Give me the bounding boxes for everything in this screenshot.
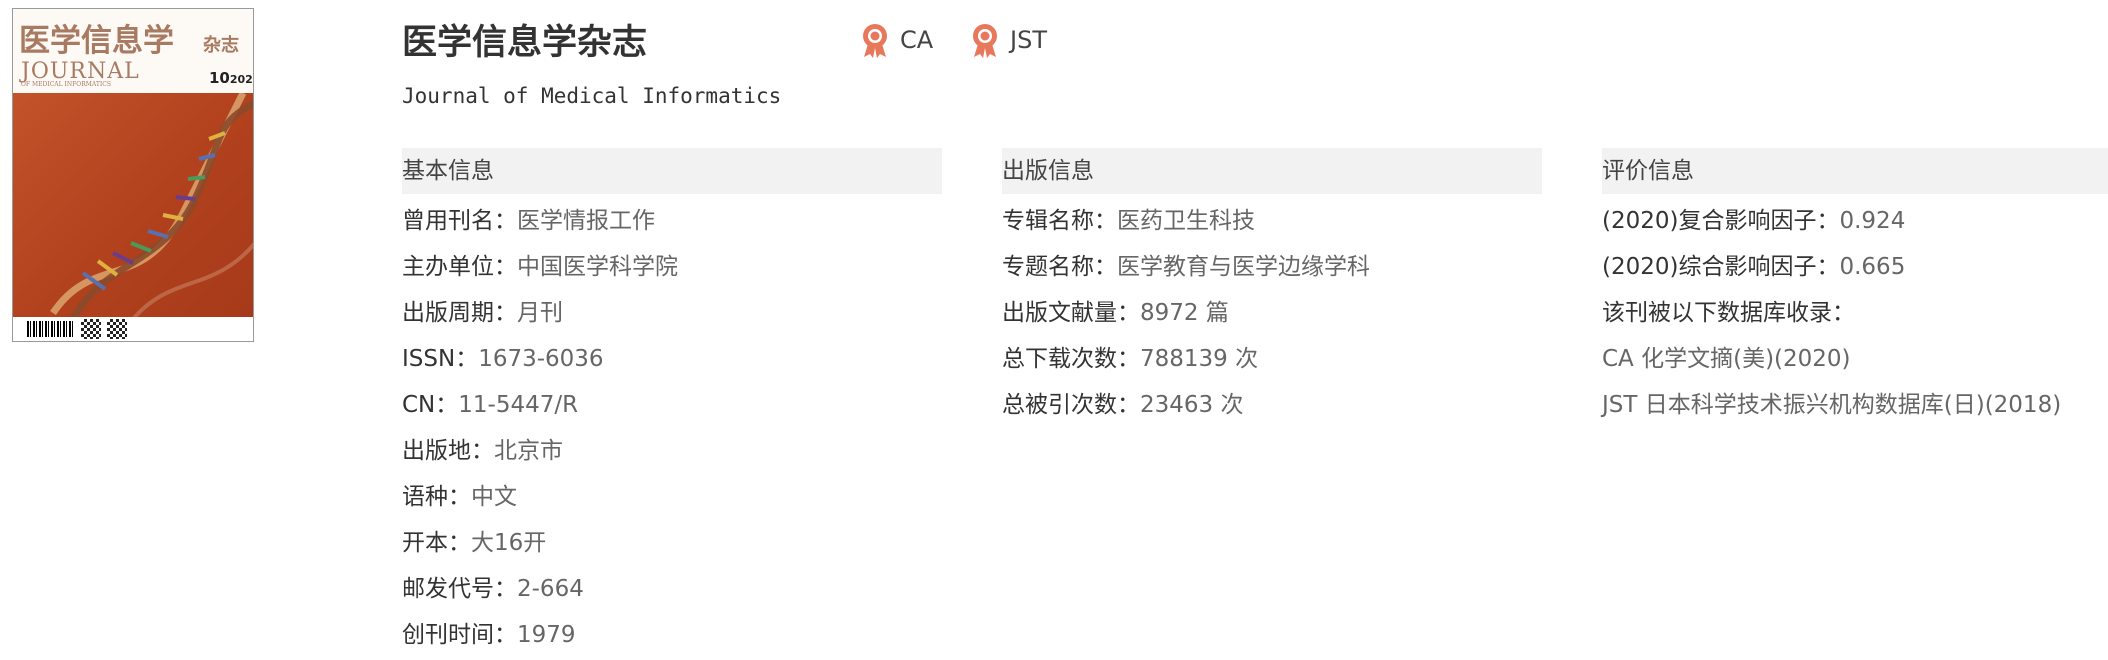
info-row-composite-impact-factor: (2020)复合影响因子：0.924 [1602, 198, 2108, 244]
journal-english-title: Journal of Medical Informatics [402, 84, 782, 108]
info-value: 0.665 [1839, 254, 1906, 280]
info-value: 788139 次 [1140, 346, 1259, 372]
info-row-language: 语种：中文 [402, 474, 942, 520]
info-row-place: 出版地：北京市 [402, 428, 942, 474]
badge-ca[interactable]: CA [858, 22, 933, 58]
info-key: ISSN： [402, 346, 479, 372]
info-row-frequency: 出版周期：月刊 [402, 290, 942, 336]
journal-title: 医学信息学杂志 [402, 23, 648, 63]
info-value: 医学情报工作 [517, 208, 655, 234]
section-heading: 出版信息 [1002, 148, 1542, 194]
info-row-citations: 总被引次数：23463 次 [1002, 382, 1542, 428]
database-link-ca[interactable]: CA 化学文摘(美)(2020) [1602, 336, 2108, 382]
info-key: 出版文献量： [1002, 300, 1140, 326]
evaluation-info-section: 评价信息 (2020)复合影响因子：0.924 (2020)综合影响因子：0.6… [1602, 148, 2108, 428]
cover-dna-artwork [13, 91, 253, 321]
publish-info-section: 出版信息 专辑名称：医药卫生科技 专题名称：医学教育与医学边缘学科 出版文献量：… [1002, 148, 1542, 428]
info-value: 8972 篇 [1140, 300, 1229, 326]
info-row-collection: 专辑名称：医药卫生科技 [1002, 198, 1542, 244]
info-value: 医药卫生科技 [1117, 208, 1255, 234]
info-value: 1673-6036 [478, 346, 604, 372]
section-heading: 基本信息 [402, 148, 942, 194]
info-value: 月刊 [517, 300, 563, 326]
cover-footer [13, 317, 253, 341]
info-key: 语种： [402, 484, 471, 510]
info-value: 0.924 [1839, 208, 1906, 234]
info-key: 开本： [402, 530, 471, 556]
info-row-issn: ISSN：1673-6036 [402, 336, 942, 382]
section-heading: 评价信息 [1602, 148, 2108, 194]
barcode-icon [27, 321, 75, 337]
qr-code-icon [81, 319, 101, 339]
badge-jst[interactable]: JST [968, 22, 1047, 58]
info-value: 2-664 [517, 576, 584, 602]
info-row-founded: 创刊时间：1979 [402, 612, 942, 658]
info-key: (2020)综合影响因子： [1602, 254, 1840, 280]
info-key: CN： [402, 392, 459, 418]
info-key: 主办单位： [402, 254, 517, 280]
info-row-downloads: 总下载次数：788139 次 [1002, 336, 1542, 382]
info-row-topic: 专题名称：医学教育与医学边缘学科 [1002, 244, 1542, 290]
info-key: 邮发代号： [402, 576, 517, 602]
cover-journal-subtitle: OF MEDICAL INFORMATICS [21, 81, 111, 88]
info-key: 曾用刊名： [402, 208, 517, 234]
badge-label: CA [900, 26, 934, 54]
info-value: 中国医学科学院 [517, 254, 678, 280]
info-value: 中文 [471, 484, 517, 510]
cover-title-suffix: 杂志 [203, 35, 239, 56]
info-value: 大16开 [471, 530, 547, 556]
info-key: 出版地： [402, 438, 494, 464]
badge-label: JST [1010, 26, 1047, 54]
dna-helix-illustration [50, 91, 253, 321]
info-key: 总下载次数： [1002, 346, 1140, 372]
info-key: (2020)复合影响因子： [1602, 208, 1840, 234]
database-link-jst[interactable]: JST 日本科学技术振兴机构数据库(日)(2018) [1602, 382, 2108, 428]
cover-issue: 102020 [209, 69, 253, 87]
info-row-postal-code: 邮发代号：2-664 [402, 566, 942, 612]
info-value: 北京市 [494, 438, 563, 464]
award-medal-icon [863, 24, 887, 58]
cover-issue-year: 2020 [229, 73, 253, 86]
info-key: 出版周期： [402, 300, 517, 326]
info-value: 23463 次 [1140, 392, 1244, 418]
info-row-sponsor: 主办单位：中国医学科学院 [402, 244, 942, 290]
qr-code-icon [107, 319, 127, 339]
cover-issue-number: 10 [209, 69, 230, 87]
info-row-cn: CN：11-5447/R [402, 382, 942, 428]
info-value: 医学教育与医学边缘学科 [1117, 254, 1370, 280]
info-row-article-count: 出版文献量：8972 篇 [1002, 290, 1542, 336]
info-value: 1979 [517, 622, 576, 648]
info-key: 专题名称： [1002, 254, 1117, 280]
info-key: 总被引次数： [1002, 392, 1140, 418]
info-value: 11-5447/R [458, 392, 579, 418]
info-row-former-name: 曾用刊名：医学情报工作 [402, 198, 942, 244]
journal-cover-image[interactable]: 医学信息学 杂志 JOURNAL OF MEDICAL INFORMATICS … [12, 8, 254, 342]
info-key: 创刊时间： [402, 622, 517, 648]
database-list-label: 该刊被以下数据库收录： [1602, 300, 1855, 326]
cover-header: 医学信息学 杂志 JOURNAL OF MEDICAL INFORMATICS … [13, 9, 253, 93]
cover-title: 医学信息学 [19, 23, 174, 59]
award-medal-icon [973, 24, 997, 58]
info-row-format: 开本：大16开 [402, 520, 942, 566]
info-key: 专辑名称： [1002, 208, 1117, 234]
basic-info-section: 基本信息 曾用刊名：医学情报工作 主办单位：中国医学科学院 出版周期：月刊 IS… [402, 148, 942, 658]
info-row-comprehensive-impact-factor: (2020)综合影响因子：0.665 [1602, 244, 2108, 290]
